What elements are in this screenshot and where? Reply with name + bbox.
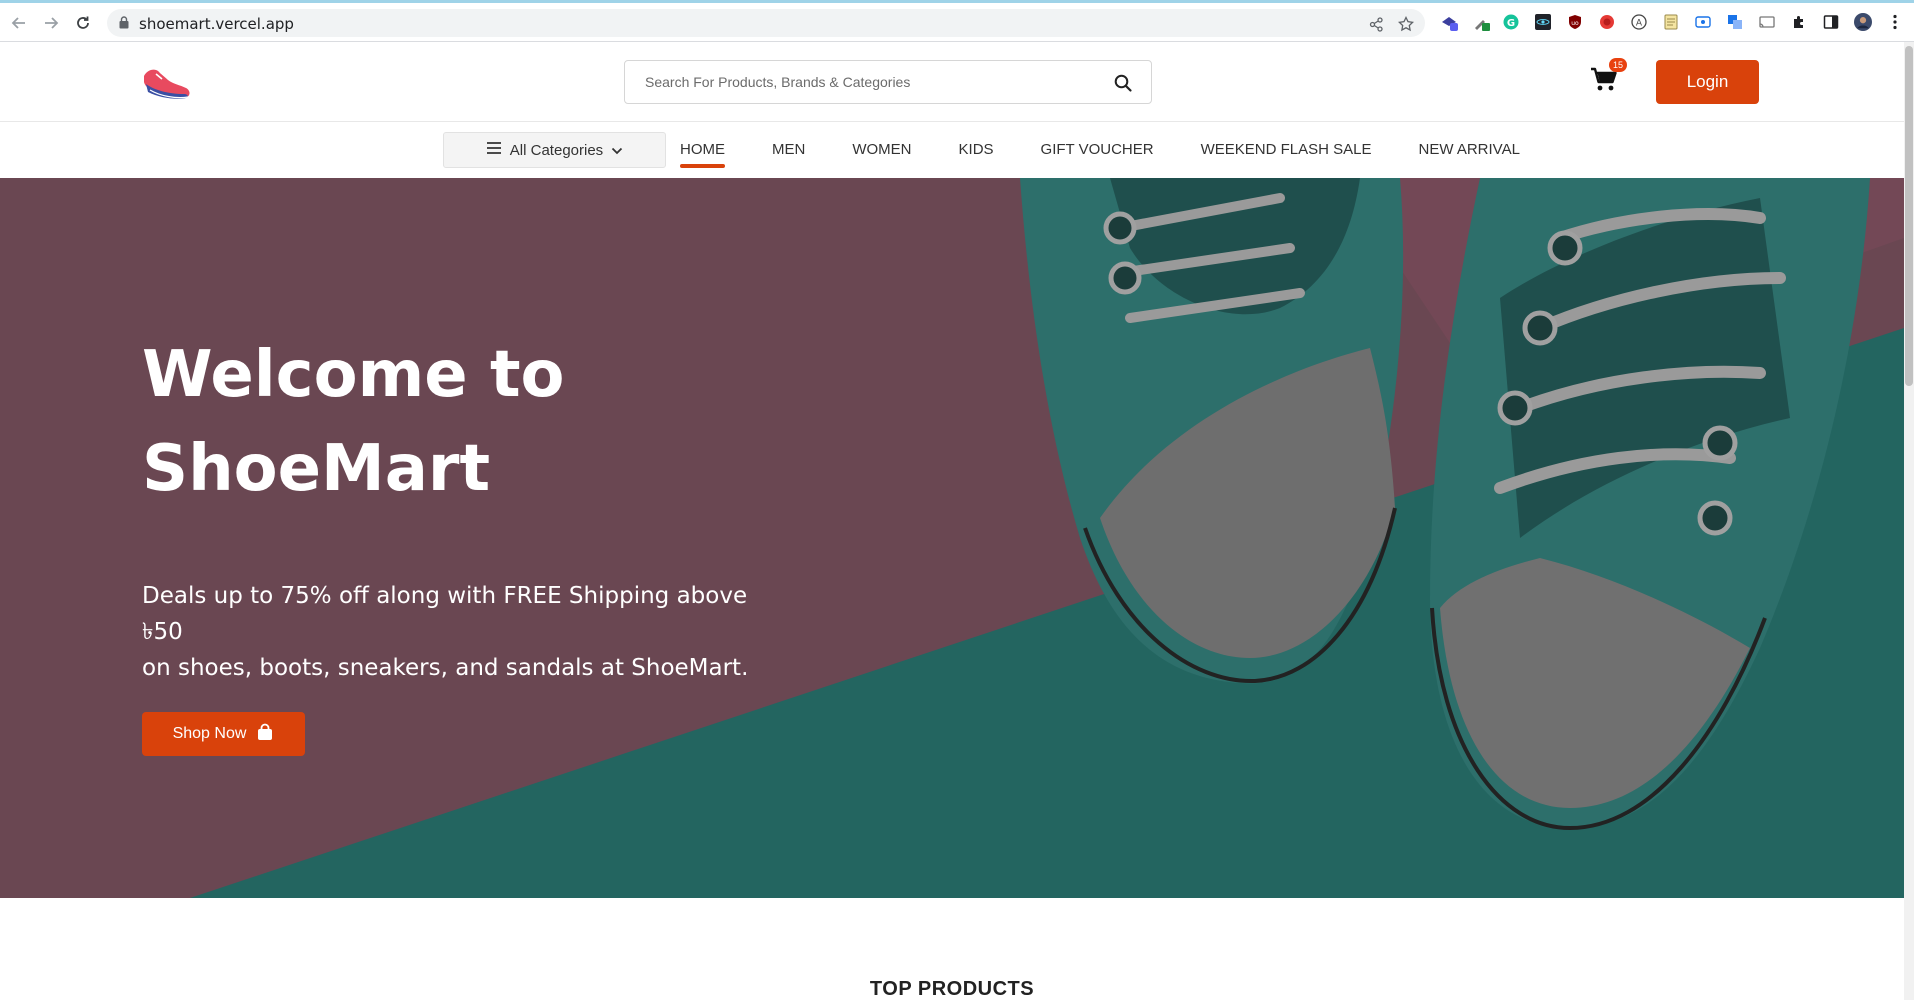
scrollbar-thumb[interactable]	[1905, 46, 1913, 386]
all-categories-dropdown[interactable]: All Categories	[443, 132, 666, 168]
profile-avatar-icon[interactable]	[1854, 13, 1872, 31]
hero-title-line-2: ShoeMart	[142, 432, 491, 506]
side-panel-icon[interactable]	[1822, 13, 1840, 31]
forward-arrow-icon[interactable]	[40, 12, 62, 34]
extension-eyedropper-icon[interactable]	[1472, 13, 1490, 31]
hero-title-line-1: Welcome to	[142, 338, 565, 412]
extension-grammarly-icon[interactable]: G	[1502, 13, 1520, 31]
cart-button[interactable]: 15	[1589, 58, 1627, 98]
category-nav: All Categories HOME MEN WOMEN KIDS GIFT …	[0, 122, 1904, 178]
search-input[interactable]	[625, 61, 1095, 103]
all-categories-label: All Categories	[509, 141, 604, 159]
login-button[interactable]: Login	[1656, 60, 1759, 104]
extension-notes-icon[interactable]	[1662, 13, 1680, 31]
browser-menu-icon[interactable]	[1886, 13, 1904, 31]
shopping-cart-icon	[1589, 67, 1619, 98]
shopping-bag-icon	[256, 723, 274, 746]
extension-a-icon[interactable]: A	[1630, 13, 1648, 31]
hero-title: Welcome to ShoeMart	[142, 328, 842, 516]
hamburger-menu-icon	[486, 141, 502, 159]
nav-link-kids[interactable]: KIDS	[959, 122, 994, 178]
nav-links: HOME MEN WOMEN KIDS GIFT VOUCHER WEEKEND…	[680, 122, 1567, 178]
extension-translate-icon[interactable]	[1726, 13, 1744, 31]
svg-text:A: A	[1636, 19, 1643, 29]
reload-icon[interactable]	[72, 12, 94, 34]
back-arrow-icon[interactable]	[8, 12, 30, 34]
extension-hat-icon[interactable]	[1440, 13, 1458, 31]
extension-react-icon[interactable]	[1534, 13, 1552, 31]
svg-text:uo: uo	[1571, 20, 1579, 27]
nav-link-gift-voucher[interactable]: GIFT VOUCHER	[1041, 122, 1154, 178]
hero-subtitle-line-1: Deals up to 75% off along with FREE Ship…	[142, 583, 748, 645]
bookmark-star-icon[interactable]	[1397, 15, 1415, 33]
search-icon[interactable]	[1113, 73, 1133, 93]
shop-now-button[interactable]: Shop Now	[142, 712, 305, 756]
extensions-puzzle-icon[interactable]	[1790, 13, 1808, 31]
extension-ublock-icon[interactable]: uo	[1566, 13, 1584, 31]
lock-icon	[119, 16, 129, 34]
svg-text:G: G	[1507, 18, 1515, 29]
nav-link-men[interactable]: MEN	[772, 122, 805, 178]
nav-link-women[interactable]: WOMEN	[852, 122, 911, 178]
hero-banner: Welcome to ShoeMart Deals up to 75% off …	[0, 178, 1904, 898]
hero-subtitle-line-2: on shoes, boots, sneakers, and sandals a…	[142, 655, 749, 681]
nav-link-weekend-flash-sale[interactable]: WEEKEND FLASH SALE	[1201, 122, 1372, 178]
url-text: shoemart.vercel.app	[139, 15, 294, 33]
browser-toolbar: shoemart.vercel.app G uo A	[0, 0, 1914, 42]
top-products-heading: TOP PRODUCTS	[869, 978, 1035, 1000]
extension-screen-icon[interactable]	[1694, 13, 1712, 31]
hero-background-sneakers-illustration	[0, 178, 1904, 898]
extension-cast-icon[interactable]	[1758, 13, 1776, 31]
address-bar[interactable]: shoemart.vercel.app	[107, 9, 1425, 37]
page-scrollbar[interactable]	[1904, 42, 1914, 1000]
nav-link-new-arrival[interactable]: NEW ARRIVAL	[1419, 122, 1520, 178]
share-icon[interactable]	[1367, 15, 1385, 33]
shop-now-label: Shop Now	[172, 725, 247, 742]
search-box	[624, 60, 1152, 104]
shoemart-logo[interactable]	[140, 60, 194, 104]
hero-subtitle: Deals up to 75% off along with FREE Ship…	[142, 578, 782, 686]
extension-record-icon[interactable]	[1598, 13, 1616, 31]
cart-count-badge: 15	[1609, 58, 1627, 72]
nav-link-home[interactable]: HOME	[680, 122, 725, 178]
site-header: 15 Login	[0, 42, 1904, 122]
chevron-down-icon	[611, 142, 623, 159]
